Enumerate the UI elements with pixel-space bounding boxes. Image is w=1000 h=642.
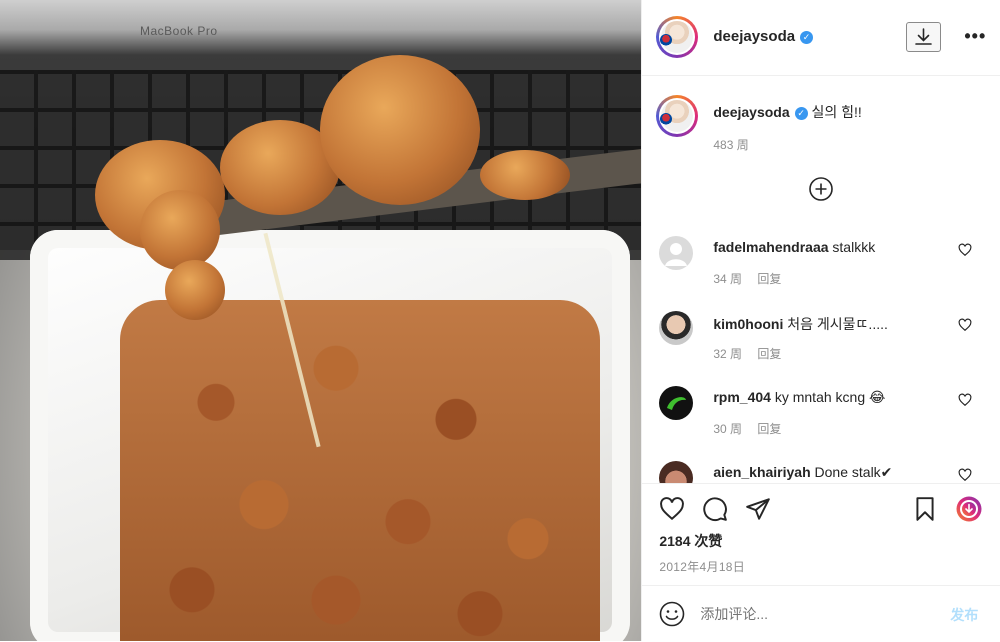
download-icon [915,28,933,45]
comment-body: 처음 게시물ㄸ..... [787,316,888,332]
caption-text: deejaysoda ✓ 실의 힘!! [713,102,861,122]
comment-meta: 34 周 回复 [713,270,793,287]
heart-icon[interactable] [659,496,685,522]
reply-button[interactable]: 回复 [757,347,781,361]
comment-username[interactable]: aien_khairiyah [713,464,810,480]
comment-body: stalkkk [832,239,876,255]
comment-avatar[interactable] [659,236,694,270]
post-photo[interactable]: MacBook Pro [0,0,642,641]
comment-meta: 30 周 回复 [713,420,793,437]
heart-icon[interactable] [958,393,972,407]
post-date: 2012年4月18日 [659,560,746,574]
comment-time: 30 周 [713,422,743,436]
author-username-text[interactable]: deejaysoda [713,28,795,45]
natto-clump-drip [140,190,220,270]
author-avatar[interactable] [656,16,699,58]
heart-icon[interactable] [958,318,972,332]
comment-text: aien_khairiyah Done stalk✔ [713,464,892,481]
comment-text: kim0hooni 처음 게시물ㄸ..... [713,314,888,334]
post-side-panel: deejaysoda ✓ ••• deejaysoda ✓ 실의 힘!! 483 周 [641,0,1000,641]
comment-body: Done stalk✔ [814,464,893,480]
comment-username[interactable]: kim0hooni [713,316,783,332]
caption-body: 실의 힘!! [811,104,862,120]
heart-icon[interactable] [958,468,972,482]
comment-time: 32 周 [713,347,743,361]
more-icon[interactable]: ••• [964,26,986,47]
natto-clump-right [480,150,570,200]
reply-button[interactable]: 回复 [757,422,781,436]
comment-avatar[interactable] [659,461,694,483]
comment-username[interactable]: fadelmahendraaa [713,239,828,255]
download-button[interactable] [906,22,942,52]
natto-beans [120,300,600,641]
caption-time: 483 周 [713,138,749,152]
comment-avatar[interactable] [659,386,694,420]
paper-plane-icon[interactable] [745,496,771,522]
comment-time: 34 周 [713,272,743,286]
natto-clump-drop [165,260,225,320]
heart-icon[interactable] [958,243,972,257]
comment-input[interactable] [700,602,931,626]
verified-badge-icon: ✓ [794,106,808,120]
comment-username[interactable]: rpm_404 [713,389,771,405]
comment-meta: 32 周 回复 [713,345,793,362]
post-comment-button[interactable]: 发布 [950,605,978,625]
comment-text: rpm_404 ky mntah kcng 😂 [713,389,885,406]
download-circle-icon[interactable] [956,496,982,522]
comment-item: aien_khairiyah Done stalk✔ [642,461,1000,483]
reply-button[interactable]: 回复 [757,272,781,286]
emoji-icon[interactable] [659,601,685,627]
caption-username[interactable]: deejaysoda [713,104,789,120]
author-username[interactable]: deejaysoda ✓ [713,28,814,45]
comment-item: rpm_404 ky mntah kcng 😂 30 周 回复 [642,386,1000,456]
bookmark-icon[interactable] [912,496,938,522]
post-actions: 2184 次赞 2012年4月18日 [642,483,1000,584]
comment-avatar[interactable] [659,311,694,345]
comment-item: kim0hooni 처음 게시물ㄸ..... 32 周 回复 [642,311,1000,381]
comment-bubble-icon[interactable] [702,496,728,522]
plus-circle-icon[interactable] [809,177,834,201]
post-header: deejaysoda ✓ ••• [642,0,1000,76]
add-comment-bar: 发布 [642,585,1000,642]
laptop-brand-label: MacBook Pro [140,24,218,38]
caption-avatar[interactable] [656,95,699,137]
comment-body: ky mntah kcng 😂 [774,389,886,405]
natto-clump-top [320,55,480,205]
verified-badge-icon: ✓ [800,30,814,44]
comment-text: fadelmahendraaa stalkkk [713,239,875,255]
like-count[interactable]: 2184 次赞 [659,531,722,551]
comment-item: fadelmahendraaa stalkkk 34 周 回复 [642,236,1000,306]
